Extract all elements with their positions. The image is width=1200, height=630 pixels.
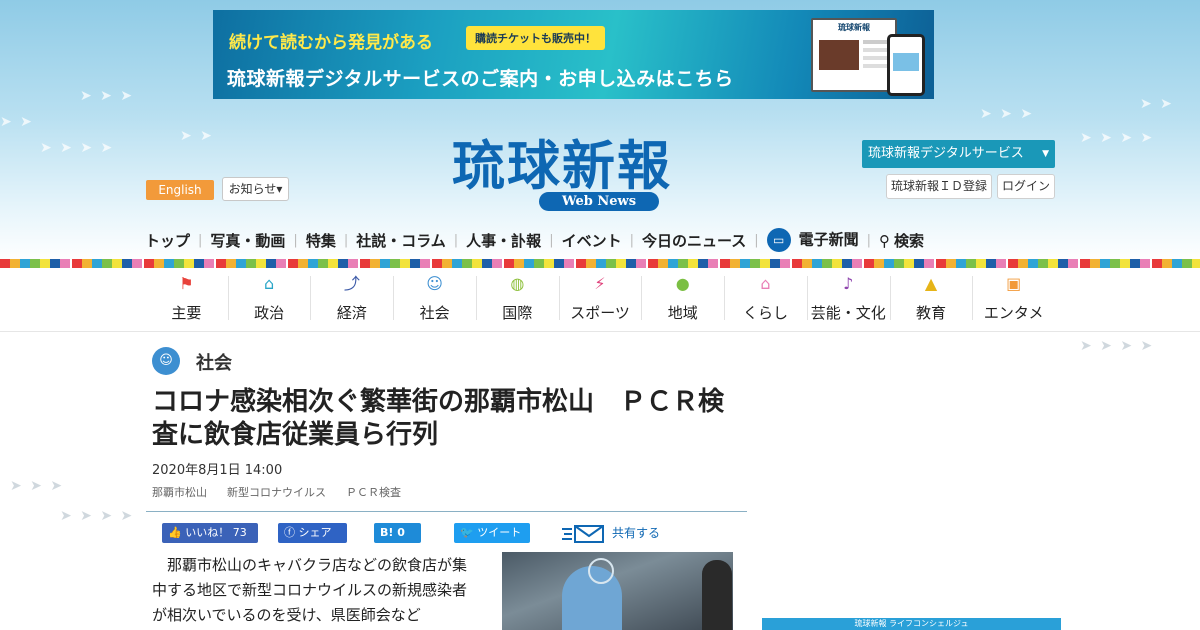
fish-decoration-icon: ➤ ➤ ➤ ➤: [40, 140, 115, 156]
english-button[interactable]: English: [146, 180, 214, 200]
building-icon: ⌂: [264, 274, 275, 293]
category-life[interactable]: ⌂ くらし: [724, 270, 807, 328]
globe-icon: ◍: [510, 274, 525, 293]
article-title: コロナ感染相次ぐ繁華街の那覇市松山 ＰＣＲ検査に飲食店従業員ら行列: [152, 387, 725, 450]
sidebar-banner[interactable]: 琉球新報 ライフコンシェルジュ: [762, 618, 1061, 630]
site-logo[interactable]: 琉球新報: [452, 124, 672, 200]
fish-decoration-icon: ➤ ➤ ➤: [80, 88, 135, 104]
category-navigation: ⚑ 主要 ⌂ 政治 ⤴ 経済 ☺ 社会 ◍ 国際 ⚡ スポーツ ● 地域 ⌂ くらし ♪ 芸能・文…: [145, 270, 1055, 328]
fish-decoration-icon: ➤ ➤: [0, 114, 34, 130]
notice-dropdown[interactable]: お知らせ▾: [222, 177, 289, 201]
nav-features[interactable]: 特集: [306, 230, 336, 251]
category-politics[interactable]: ⌂ 政治: [227, 270, 311, 328]
category-society[interactable]: ☺ 社会: [393, 270, 476, 328]
tag-link[interactable]: 新型コロナウイルス: [227, 484, 326, 500]
runner-icon: ⚡: [594, 274, 606, 293]
nav-events[interactable]: イベント: [562, 230, 622, 251]
share-more-button[interactable]: 共有する: [562, 520, 672, 546]
article-tags: 那覇市松山 新型コロナウイルス ＰＣＲ検査: [152, 484, 401, 500]
tv-icon: ▣: [1006, 274, 1022, 293]
nav-top[interactable]: トップ: [145, 230, 190, 251]
fish-decoration-icon: ➤ ➤ ➤: [980, 106, 1035, 122]
envelope-icon: [562, 524, 604, 543]
fish-decoration-icon: ➤ ➤ ➤ ➤: [60, 508, 135, 524]
digital-service-dropdown[interactable]: 琉球新報デジタルサービス ▼: [862, 140, 1055, 168]
phone-icon: [887, 34, 925, 96]
category-divider: [0, 331, 1200, 332]
nav-search-label: 検索: [894, 231, 925, 250]
laptop-logo: 琉球新報: [838, 23, 870, 32]
article-date: 2020年8月1日 14:00: [152, 463, 283, 478]
top-navigation: トップ | 写真・動画 | 特集 | 社説・コラム | 人事・訃報 | イベント…: [145, 226, 1055, 254]
nav-editorial[interactable]: 社説・コラム: [356, 230, 446, 251]
banner-main-text: 琉球新報デジタルサービスのご案内・お申し込みはこちら: [227, 68, 734, 90]
category-main[interactable]: ⚑ 主要: [145, 270, 228, 328]
decorative-wave-pattern: [0, 259, 1200, 268]
category-international[interactable]: ◍ 国際: [475, 270, 559, 328]
facebook-like-button[interactable]: 👍 いいね！ 73: [162, 523, 258, 543]
category-economy[interactable]: ⤴ 経済: [310, 270, 393, 328]
fish-decoration-icon: ➤ ➤ ➤ ➤: [1080, 130, 1155, 146]
e-paper-icon: ▭: [766, 228, 791, 252]
hatena-bookmark-button[interactable]: B! 0: [374, 523, 421, 543]
category-region[interactable]: ● 地域: [641, 270, 724, 328]
fish-decoration-icon: ➤ ➤: [1140, 96, 1174, 112]
article-divider: [146, 511, 747, 512]
people-icon: ☺: [152, 347, 180, 375]
login-button[interactable]: ログイン: [997, 174, 1055, 199]
fish-decoration-icon: ➤ ➤: [180, 128, 214, 144]
category-education[interactable]: ▲ 教育: [889, 270, 973, 328]
thumbs-up-icon: 👍: [168, 526, 186, 539]
article-photo[interactable]: [502, 552, 733, 630]
banner-ticket-badge: 購読チケットも販売中！: [466, 26, 605, 50]
banner-headline: 続けて読むから発見がある: [229, 33, 433, 53]
category-culture[interactable]: ♪ 芸能・文化: [806, 270, 890, 328]
section-label[interactable]: 社会: [196, 349, 232, 375]
fish-decoration-icon: ➤ ➤ ➤: [10, 478, 65, 494]
facebook-icon: ⓕ: [284, 526, 299, 539]
twitter-bird-icon: 🐦: [460, 526, 478, 539]
tag-link[interactable]: 那覇市松山: [152, 484, 207, 500]
digital-service-banner[interactable]: 続けて読むから発見がある 購読チケットも販売中！ 琉球新報デジタルサービスのご案…: [213, 10, 934, 99]
digital-service-label: 琉球新報デジタルサービス: [868, 146, 1024, 161]
devices-illustration: 琉球新報: [811, 18, 927, 96]
cap-icon: ▲: [924, 274, 938, 293]
nav-personnel[interactable]: 人事・訃報: [466, 230, 541, 251]
chart-icon: ⤴: [343, 274, 360, 293]
id-register-button[interactable]: 琉球新報ＩＤ登録: [886, 174, 992, 199]
fish-decoration-icon: ➤ ➤ ➤ ➤: [1080, 338, 1155, 354]
caret-down-icon: ▼: [1042, 149, 1049, 159]
flag-icon: ⚑: [179, 274, 194, 293]
article-body: 那覇市松山のキャバクラ店などの飲食店が集中する地区で新型コロナウイルスの新規感染…: [152, 556, 468, 624]
search-icon: ⚲: [879, 231, 891, 250]
tag-link[interactable]: ＰＣＲ検査: [346, 484, 401, 500]
pin-icon: ●: [675, 274, 690, 293]
category-entertainment[interactable]: ▣ エンタメ: [972, 270, 1055, 328]
laptop-icon: 琉球新報: [811, 18, 897, 92]
people-icon: ☺: [426, 274, 443, 293]
mic-icon: ♪: [843, 274, 854, 293]
twitter-tweet-button[interactable]: 🐦 ツイート: [454, 523, 530, 543]
house-icon: ⌂: [760, 274, 771, 293]
facebook-share-button[interactable]: ⓕ シェア: [278, 523, 347, 543]
nav-e-paper[interactable]: ▭ 電子新聞: [766, 228, 859, 252]
nav-search[interactable]: ⚲ 検索: [879, 230, 924, 251]
nav-e-paper-label: 電子新聞: [798, 230, 859, 249]
nav-today-news[interactable]: 今日のニュース: [642, 230, 746, 251]
category-sports[interactable]: ⚡ スポーツ: [558, 270, 642, 328]
share-more-label: 共有する: [612, 526, 661, 540]
nav-photo-video[interactable]: 写真・動画: [210, 230, 285, 251]
site-logo-sub: Web News: [539, 192, 659, 211]
